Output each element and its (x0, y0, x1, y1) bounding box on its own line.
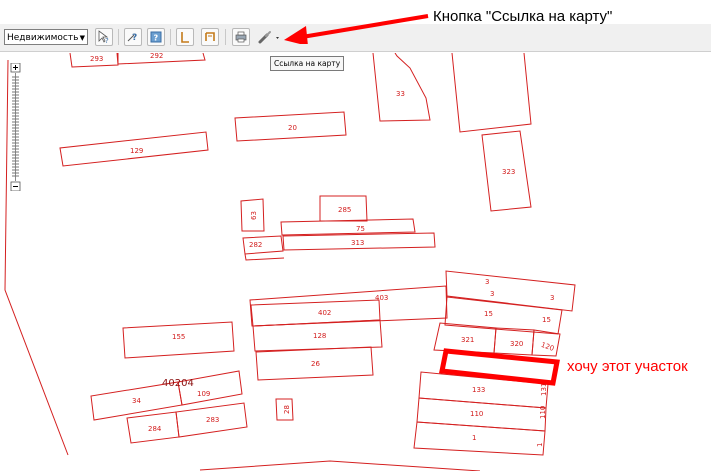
label-1a: 1 (472, 434, 476, 442)
zoom-slider[interactable] (9, 62, 23, 192)
label-75: 75 (356, 225, 365, 233)
label-63: 63 (250, 211, 258, 220)
label-3b: 3 (490, 290, 494, 298)
toolbar-separator (225, 29, 226, 45)
chevron-down-icon: ▼ (79, 34, 85, 42)
label-293: 293 (90, 55, 103, 63)
pointer-query-icon: ? (98, 30, 109, 45)
label-284: 284 (148, 425, 162, 433)
label-1b: 1 (536, 443, 544, 447)
info-button[interactable]: ? (147, 28, 165, 46)
help-arrow-icon: ? (127, 33, 137, 43)
label-292: 292 (150, 53, 163, 60)
layer-select[interactable]: Недвижимость ▼ (4, 29, 88, 45)
label-33: 33 (396, 90, 405, 98)
label-282: 282 (249, 241, 262, 249)
parcel-large-right[interactable] (451, 53, 532, 133)
print-button[interactable] (232, 28, 250, 46)
label-321: 321 (461, 336, 474, 344)
label-26: 26 (311, 360, 320, 368)
label-128: 128 (313, 332, 326, 340)
label-28: 28 (283, 405, 291, 414)
label-129: 129 (130, 147, 143, 155)
label-20: 20 (288, 124, 297, 132)
label-110a: 110 (470, 410, 483, 418)
identify-tool-button[interactable]: ? (95, 28, 113, 46)
label-3c: 3 (550, 294, 554, 302)
area-icon (205, 32, 215, 41)
label-323: 323 (502, 168, 515, 176)
label-34: 34 (132, 397, 141, 405)
label-403: 403 (375, 294, 388, 302)
map-link-tooltip: Ссылка на карту (270, 56, 345, 71)
svg-text:?: ? (154, 34, 159, 43)
parcel-sliver[interactable] (244, 253, 285, 261)
parcel-1[interactable] (413, 421, 546, 456)
label-283: 283 (206, 416, 219, 424)
label-120: 120 (540, 341, 555, 353)
printer-icon (235, 31, 247, 43)
label-110b: 110 (539, 406, 547, 419)
label-133: 133 (472, 386, 485, 394)
label-15b: 15 (542, 316, 551, 324)
label-402: 402 (318, 309, 331, 317)
measure-area-button[interactable] (201, 28, 219, 46)
cadastral-map[interactable]: 293 292 33 20 129 323 63 285 75 313 282 … (0, 53, 711, 471)
annotation-arrow (284, 14, 429, 44)
label-15a: 15 (484, 310, 493, 318)
ruler-icon (181, 32, 189, 43)
layer-select-value: Недвижимость (7, 33, 79, 43)
svg-text:?: ? (105, 37, 109, 45)
parcel-33[interactable] (372, 53, 431, 122)
label-40204: 40204 (162, 378, 194, 389)
parcel-403[interactable] (249, 285, 448, 327)
help-button[interactable]: ? (124, 28, 142, 46)
parcel-402[interactable] (250, 299, 381, 327)
label-131: 131 (540, 383, 548, 396)
label-320: 320 (510, 340, 523, 348)
toolbar-separator (170, 29, 171, 45)
svg-text:?: ? (132, 33, 137, 43)
label-155: 155 (172, 333, 185, 341)
label-285: 285 (338, 206, 351, 214)
label-313: 313 (351, 239, 364, 247)
map-link-button[interactable] (256, 28, 282, 46)
toolbar-separator (118, 29, 119, 45)
parcel-3[interactable] (445, 270, 576, 312)
zoom-slider-graphic (10, 62, 21, 192)
annotation-wanted-parcel: хочу этот участок (567, 358, 688, 375)
annotation-map-link: Кнопка "Ссылка на карту" (433, 8, 613, 25)
parcel-boundary-bottom[interactable] (199, 460, 481, 471)
measure-distance-button[interactable] (176, 28, 194, 46)
label-109: 109 (197, 390, 210, 398)
info-box-icon: ? (150, 31, 162, 43)
label-3a: 3 (485, 278, 489, 286)
